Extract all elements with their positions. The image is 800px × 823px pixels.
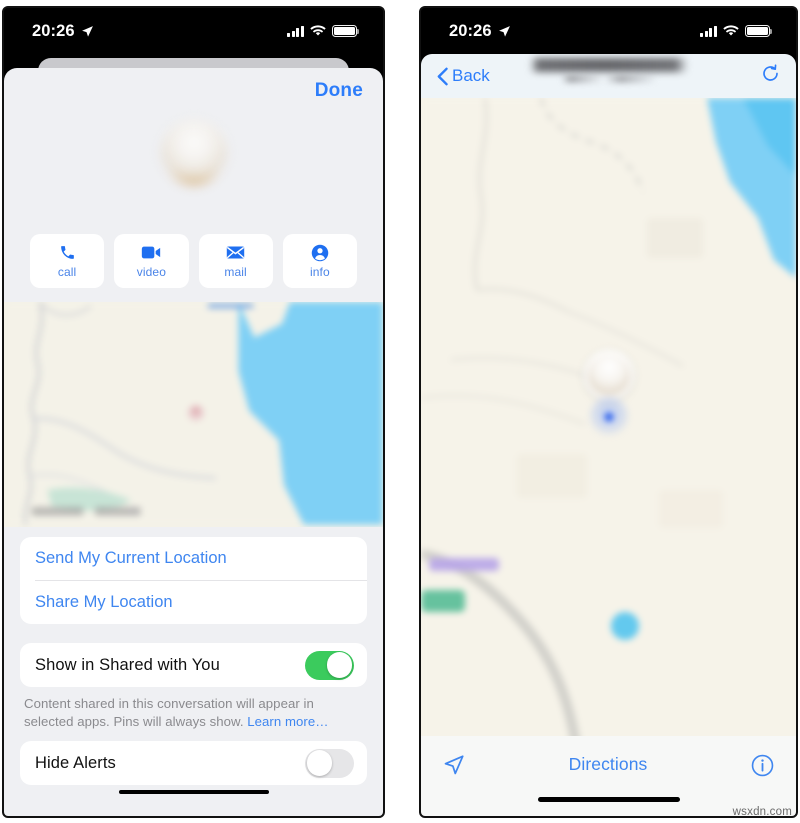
contact-details-sheet: Done call video mail info Send My Curren… — [4, 68, 383, 816]
home-indicator-left — [118, 789, 269, 794]
cellular-bars-icon — [287, 25, 304, 37]
right-screen: 20:26 Back Directions — [421, 8, 796, 816]
show-in-shared-with-you-toggle[interactable] — [305, 650, 354, 680]
info-button-label: info — [310, 265, 330, 279]
contact-pin-avatar[interactable] — [571, 350, 647, 438]
send-my-current-location-row[interactable]: Send My Current Location — [20, 537, 367, 580]
mail-button[interactable]: mail — [198, 234, 273, 288]
status-indicators-right — [700, 25, 773, 37]
contact-avatar-image — [160, 120, 227, 186]
toggle-knob — [306, 750, 333, 776]
directions-button[interactable]: Directions — [569, 754, 648, 775]
map-title — [529, 58, 688, 72]
show-in-shared-with-you-label: Show in Shared with You — [35, 655, 220, 674]
location-actions-group: Send My Current Location Share My Locati… — [20, 537, 367, 624]
info-button[interactable] — [751, 754, 774, 782]
back-button[interactable]: Back — [437, 66, 490, 86]
show-in-shared-with-you-row[interactable]: Show in Shared with You — [20, 643, 367, 687]
user-location-dot — [601, 410, 616, 424]
map-preview-canvas — [4, 302, 383, 525]
site-watermark: wsxdn.com — [732, 806, 792, 818]
screenshot-stage: 20:26 Done call video mail info Send My … — [0, 0, 800, 823]
contact-name-label — [112, 188, 275, 218]
hide-alerts-label: Hide Alerts — [35, 753, 116, 772]
status-time-group: 20:26 — [449, 22, 511, 41]
battery-full-icon — [745, 25, 773, 37]
left-screen: 20:26 Done call video mail info Send My … — [4, 8, 383, 816]
info-circle-icon — [751, 754, 774, 777]
pin-avatar-image — [583, 350, 634, 400]
call-button-label: call — [57, 265, 77, 279]
map-subtitle — [560, 75, 657, 83]
status-bar-left: 20:26 — [4, 8, 383, 54]
info-button[interactable]: info — [282, 234, 357, 288]
wifi-icon — [723, 25, 739, 36]
refresh-icon — [763, 64, 778, 81]
envelope-icon — [226, 243, 245, 262]
phone-left: 20:26 Done call video mail info Send My … — [2, 6, 385, 818]
contact-location-map[interactable] — [421, 98, 796, 736]
video-button-label: video — [136, 265, 166, 279]
status-time-left: 20:26 — [32, 21, 75, 40]
home-indicator-right — [537, 797, 680, 802]
battery-full-icon — [332, 25, 360, 37]
done-button[interactable]: Done — [315, 80, 363, 102]
status-time-right: 20:26 — [449, 21, 492, 40]
learn-more-link[interactable]: Learn more… — [247, 714, 328, 729]
map-navigation-bar: Back — [421, 54, 796, 98]
navigate-button[interactable] — [443, 754, 465, 781]
video-button[interactable]: video — [114, 234, 189, 288]
status-indicators-left — [287, 25, 360, 37]
chevron-left-icon — [437, 67, 448, 85]
mail-button-label: mail — [224, 265, 247, 279]
back-button-label: Back — [452, 66, 490, 85]
phone-right: 20:26 Back Directions — [419, 6, 798, 818]
toggle-knob — [326, 652, 353, 678]
share-my-location-row[interactable]: Share My Location — [20, 581, 367, 624]
navigate-arrow-icon — [444, 755, 464, 775]
shared-with-you-group: Show in Shared with You — [20, 643, 367, 687]
video-camera-icon — [141, 243, 161, 262]
quick-actions-row: call video mail info — [4, 234, 383, 288]
status-bar-right: 20:26 — [421, 8, 796, 54]
contact-header — [4, 120, 383, 218]
refresh-button[interactable] — [761, 64, 780, 88]
sheet-header: Done — [4, 68, 383, 114]
cellular-bars-icon — [700, 25, 717, 37]
location-arrow-icon — [81, 25, 93, 37]
person-circle-icon — [311, 243, 329, 262]
location-map-preview[interactable] — [4, 302, 383, 527]
shared-with-you-footnote: Content shared in this conversation will… — [24, 695, 363, 730]
location-arrow-icon — [498, 25, 510, 37]
hide-alerts-toggle[interactable] — [305, 748, 354, 778]
map-bottom-bar: Directions — [421, 736, 796, 816]
call-button[interactable]: call — [30, 234, 105, 288]
phone-icon — [59, 243, 76, 262]
status-time-group: 20:26 — [32, 22, 94, 41]
hide-alerts-row[interactable]: Hide Alerts — [20, 741, 367, 785]
hide-alerts-group: Hide Alerts — [20, 741, 367, 785]
wifi-icon — [310, 25, 326, 36]
